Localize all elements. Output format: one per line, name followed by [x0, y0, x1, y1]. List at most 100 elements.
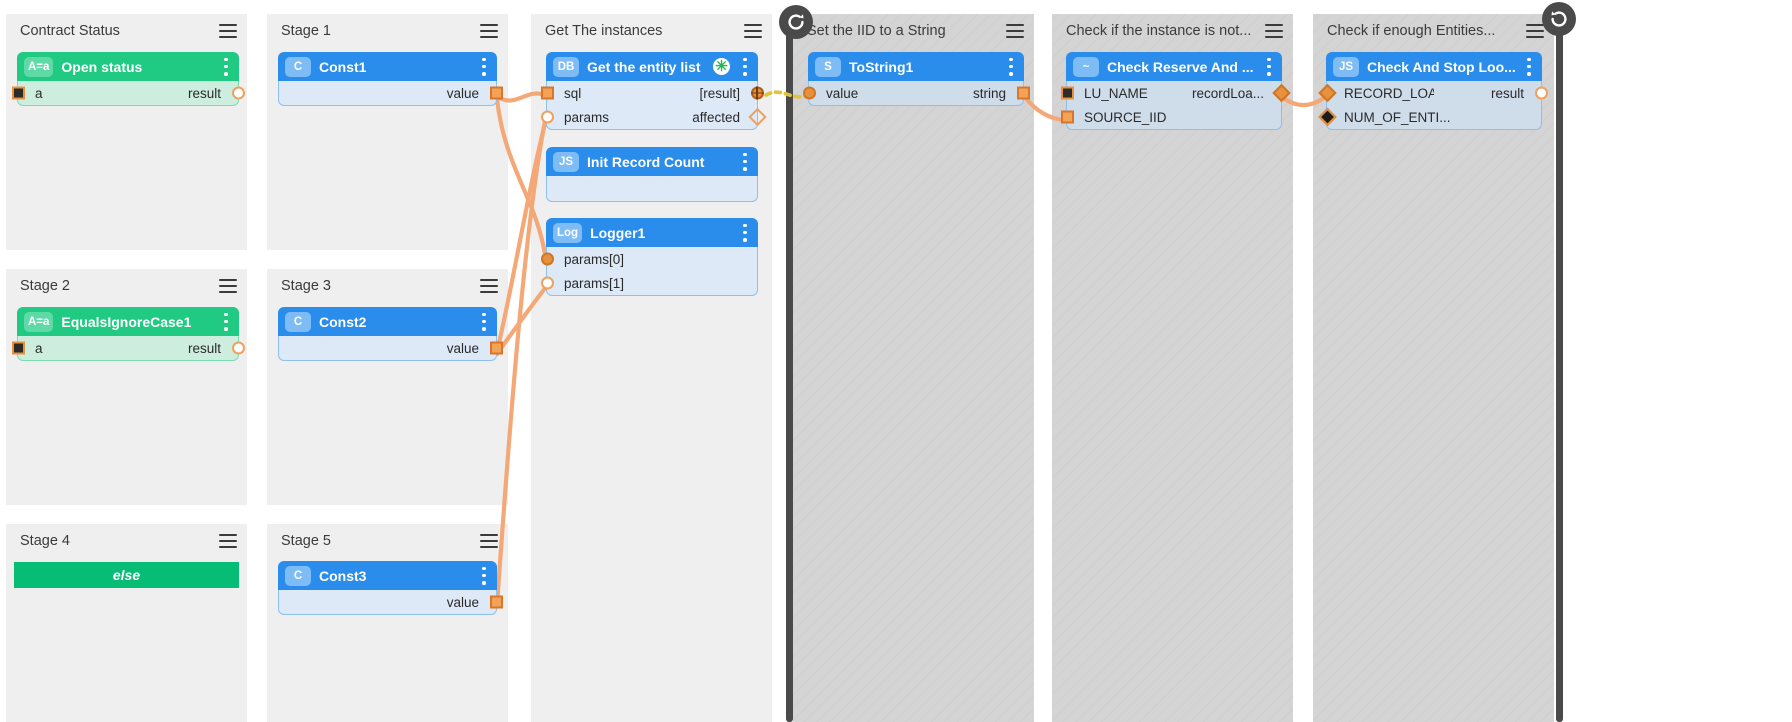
- port-row: SOURCE_IID: [1067, 105, 1281, 129]
- input-port-lu-name[interactable]: [1061, 87, 1074, 100]
- kebab-icon[interactable]: [477, 58, 491, 76]
- input-port-value[interactable]: [803, 87, 816, 100]
- input-label: a: [26, 341, 128, 356]
- kebab-icon[interactable]: [738, 58, 752, 76]
- input-port-params[interactable]: [541, 111, 554, 124]
- node-body: value string: [808, 81, 1024, 106]
- node-title: Init Record Count: [587, 154, 734, 170]
- node-title: Check And Stop Loo...: [1367, 59, 1518, 75]
- node-header[interactable]: C Const1: [278, 52, 497, 81]
- node-header[interactable]: Log Logger1: [546, 218, 758, 247]
- node-header[interactable]: C Const3: [278, 561, 497, 590]
- nodes-layer: A=a Open status a result C Const1: [0, 0, 1792, 722]
- port-row: params affected: [547, 105, 757, 129]
- output-port-string[interactable]: [1017, 87, 1030, 100]
- node-header[interactable]: A=a EqualsIgnoreCase1: [17, 307, 239, 336]
- node-check-and-stop-loop[interactable]: JS Check And Stop Loo... RECORD_LOAD... …: [1326, 52, 1542, 130]
- node-body: [546, 176, 758, 202]
- node-body: params[0] params[1]: [546, 247, 758, 296]
- node-header[interactable]: S ToString1: [808, 52, 1024, 81]
- node-body: value: [278, 336, 497, 361]
- node-body: RECORD_LOAD... result NUM_OF_ENTI...: [1326, 81, 1542, 130]
- node-header[interactable]: C Const2: [278, 307, 497, 336]
- node-type-badge: JS: [553, 152, 579, 172]
- output-label: result: [1434, 86, 1533, 101]
- port-row: value: [279, 590, 496, 614]
- output-port-record-loaded[interactable]: [1272, 84, 1290, 102]
- kebab-icon[interactable]: [219, 313, 233, 331]
- input-label: a: [26, 86, 128, 101]
- node-const3[interactable]: C Const3 value: [278, 561, 497, 615]
- node-type-badge: C: [285, 566, 311, 586]
- node-check-reserve-and[interactable]: ~ Check Reserve And ... LU_NAME recordLo…: [1066, 52, 1282, 130]
- input-port-record-load[interactable]: [1318, 84, 1336, 102]
- output-port-value[interactable]: [490, 342, 503, 355]
- node-title: Logger1: [590, 225, 734, 241]
- kebab-icon[interactable]: [738, 224, 752, 242]
- node-equalsignorecase1[interactable]: A=a EqualsIgnoreCase1 a result: [17, 307, 239, 361]
- kebab-icon[interactable]: [1262, 58, 1276, 76]
- node-header[interactable]: JS Init Record Count: [546, 147, 758, 176]
- kebab-icon[interactable]: [1004, 58, 1018, 76]
- input-label: NUM_OF_ENTI...: [1335, 110, 1533, 125]
- input-port-params-1[interactable]: [541, 277, 554, 290]
- output-port-affected[interactable]: [748, 108, 766, 126]
- port-row: a result: [18, 336, 238, 360]
- node-title: ToString1: [849, 59, 1000, 75]
- input-port-params-0[interactable]: [541, 253, 554, 266]
- node-header[interactable]: A=a Open status: [17, 52, 239, 81]
- input-port-source-iid[interactable]: [1061, 111, 1074, 124]
- input-port-a[interactable]: [12, 87, 25, 100]
- port-row: value string: [809, 81, 1023, 105]
- input-port-num-of-entities[interactable]: [1318, 108, 1336, 126]
- node-type-badge: A=a: [24, 312, 53, 332]
- input-port-sql[interactable]: [541, 87, 554, 100]
- node-title: Const2: [319, 314, 473, 330]
- node-tostring1[interactable]: S ToString1 value string: [808, 52, 1024, 106]
- kebab-icon[interactable]: [1522, 58, 1536, 76]
- output-label: value: [287, 341, 488, 356]
- input-label: value: [817, 86, 916, 101]
- output-label: string: [916, 86, 1015, 101]
- kebab-icon[interactable]: [477, 567, 491, 585]
- output-port-value[interactable]: [490, 596, 503, 609]
- node-body: value: [278, 81, 497, 106]
- snowflake-glyph: ✳: [715, 59, 728, 74]
- input-port-a[interactable]: [12, 342, 25, 355]
- output-port-result[interactable]: [232, 342, 245, 355]
- port-row: NUM_OF_ENTI...: [1327, 105, 1541, 129]
- node-get-the-entity-list[interactable]: DB Get the entity list ✳ sql [result] pa…: [546, 52, 758, 130]
- snowflake-icon[interactable]: ✳: [713, 58, 730, 75]
- input-label: sql: [555, 86, 652, 101]
- node-header[interactable]: JS Check And Stop Loo...: [1326, 52, 1542, 81]
- output-label: value: [287, 595, 488, 610]
- output-port-result[interactable]: [1535, 87, 1548, 100]
- node-init-record-count[interactable]: JS Init Record Count: [546, 147, 758, 202]
- node-const1[interactable]: C Const1 value: [278, 52, 497, 106]
- output-port-result[interactable]: [232, 87, 245, 100]
- node-type-badge: ~: [1073, 57, 1099, 77]
- node-type-badge: Log: [553, 223, 582, 243]
- node-title: Const3: [319, 568, 473, 584]
- port-row: params[1]: [547, 271, 757, 295]
- output-port-result[interactable]: [751, 87, 764, 100]
- output-port-value[interactable]: [490, 87, 503, 100]
- kebab-icon[interactable]: [477, 313, 491, 331]
- output-label: recordLoa...: [1174, 86, 1273, 101]
- port-row: a result: [18, 81, 238, 105]
- node-const2[interactable]: C Const2 value: [278, 307, 497, 361]
- node-header[interactable]: DB Get the entity list ✳: [546, 52, 758, 81]
- node-body: LU_NAME recordLoa... SOURCE_IID: [1066, 81, 1282, 130]
- node-logger1[interactable]: Log Logger1 params[0] params[1]: [546, 218, 758, 296]
- node-header[interactable]: ~ Check Reserve And ...: [1066, 52, 1282, 81]
- node-open-status[interactable]: A=a Open status a result: [17, 52, 239, 106]
- loop-start-icon[interactable]: [779, 5, 813, 39]
- kebab-icon[interactable]: [738, 153, 752, 171]
- kebab-icon[interactable]: [219, 58, 233, 76]
- node-title: Check Reserve And ...: [1107, 59, 1258, 75]
- port-row: value: [279, 81, 496, 105]
- node-body: value: [278, 590, 497, 615]
- loop-end-icon[interactable]: [1542, 2, 1576, 36]
- node-body: a result: [17, 336, 239, 361]
- node-title: Const1: [319, 59, 473, 75]
